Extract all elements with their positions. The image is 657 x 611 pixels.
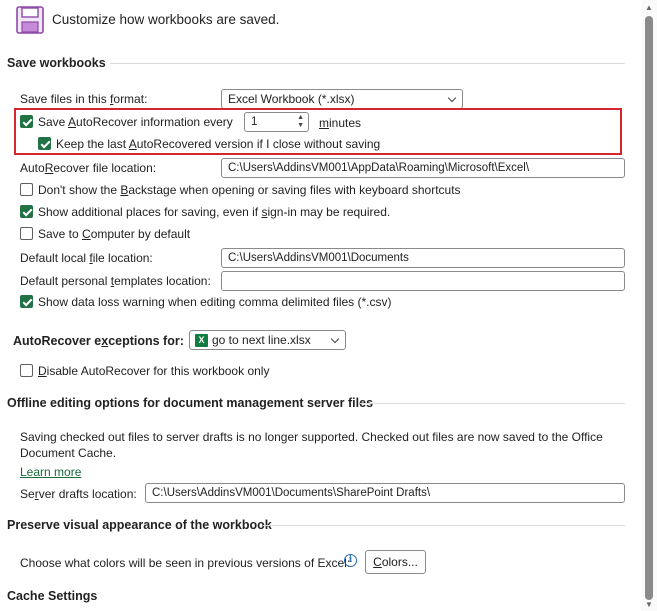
page-title: Customize how workbooks are saved. [52, 12, 280, 27]
autorecover-checkbox[interactable] [20, 115, 33, 128]
exceptions-workbook-value: go to next line.xlsx [212, 333, 311, 347]
disable-autorecover-label: Disable AutoRecover for this workbook on… [38, 364, 270, 378]
data-loss-warning-label: Show data loss warning when editing comm… [38, 295, 392, 309]
save-to-computer-checkbox[interactable] [20, 227, 33, 240]
server-drafts-notice-line2: Document Cache. [20, 446, 117, 460]
section-divider [110, 63, 625, 64]
autorecover-minutes-stepper[interactable]: 1 ▲ ▼ [244, 112, 309, 132]
server-drafts-notice-line1: Saving checked out files to server draft… [20, 430, 603, 444]
autorecover-location-label: AutoRecover file location: [20, 161, 157, 175]
keep-last-version-checkbox[interactable] [38, 137, 51, 150]
minutes-label: minutes [319, 116, 362, 130]
spin-down-icon[interactable]: ▼ [297, 122, 304, 130]
section-title-cache-settings: Cache Settings [7, 589, 98, 603]
section-divider [360, 403, 625, 404]
file-format-dropdown[interactable]: Excel Workbook (*.xlsx) [221, 89, 463, 109]
additional-places-label: Show additional places for saving, even … [38, 205, 391, 219]
scroll-up-arrow-icon[interactable]: ▲ [645, 4, 653, 12]
minutes-value: 1 [251, 116, 258, 128]
autorecover-exceptions-label: AutoRecover exceptions for: [13, 334, 184, 348]
colors-button[interactable]: Colors... [365, 550, 426, 574]
excel-workbook-icon: X [195, 334, 208, 347]
scrollbar-thumb[interactable] [645, 16, 653, 600]
autorecover-label: Save AutoRecover information every [38, 115, 233, 129]
personal-templates-input[interactable] [221, 271, 625, 291]
chevron-down-icon [447, 93, 457, 103]
default-local-location-input[interactable]: C:\Users\AddinsVM001\Documents [221, 248, 625, 268]
chevron-down-icon [330, 334, 340, 344]
disable-autorecover-checkbox[interactable] [20, 364, 33, 377]
save-to-computer-label: Save to Computer by default [38, 227, 191, 241]
section-title-save-workbooks: Save workbooks [7, 56, 106, 70]
personal-templates-label: Default personal templates location: [20, 274, 211, 288]
scroll-down-arrow-icon[interactable]: ▼ [645, 601, 653, 609]
section-title-preserve-appearance: Preserve visual appearance of the workbo… [7, 518, 272, 532]
hide-backstage-checkbox[interactable] [20, 183, 33, 196]
file-format-value: Excel Workbook (*.xlsx) [228, 92, 355, 106]
data-loss-warning-checkbox[interactable] [20, 295, 33, 308]
exceptions-workbook-dropdown[interactable]: X go to next line.xlsx [189, 330, 346, 350]
format-label: Save files in this format: [20, 92, 148, 106]
learn-more-link[interactable]: Learn more [20, 464, 81, 480]
hide-backstage-label: Don't show the Backstage when opening or… [38, 183, 461, 197]
save-icon [16, 6, 44, 34]
autorecover-location-input[interactable]: C:\Users\AddinsVM001\AppData\Roaming\Mic… [221, 158, 625, 178]
section-divider [263, 525, 625, 526]
keep-last-version-label: Keep the last AutoRecovered version if I… [56, 137, 381, 151]
spin-up-icon[interactable]: ▲ [297, 114, 304, 122]
vertical-scrollbar[interactable]: ▲ ▼ [641, 0, 657, 611]
info-icon[interactable]: i [344, 554, 357, 567]
server-drafts-location-input[interactable]: C:\Users\AddinsVM001\Documents\SharePoin… [145, 483, 625, 503]
default-local-location-label: Default local file location: [20, 251, 153, 265]
colors-label: Choose what colors will be seen in previ… [20, 556, 351, 570]
section-title-offline-editing: Offline editing options for document man… [7, 396, 374, 410]
server-drafts-location-label: Server drafts location: [20, 487, 137, 501]
additional-places-checkbox[interactable] [20, 205, 33, 218]
